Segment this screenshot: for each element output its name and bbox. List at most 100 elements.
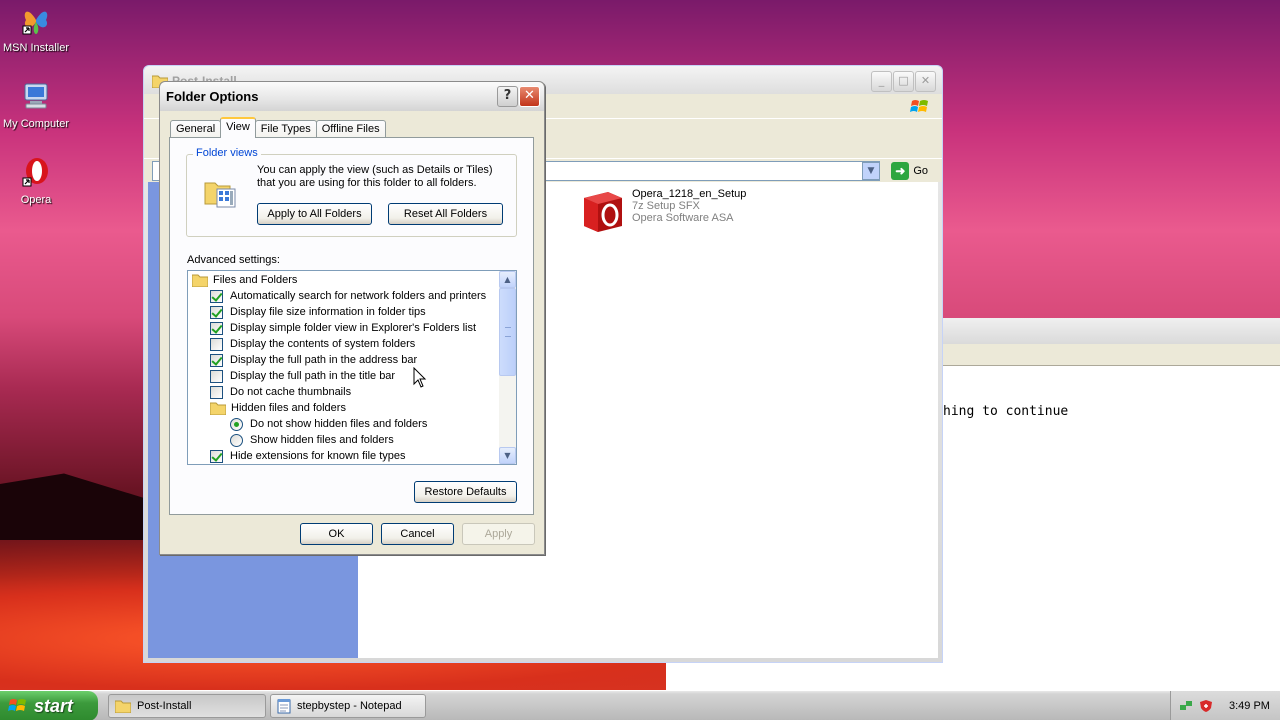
package-icon <box>584 192 622 232</box>
close-button[interactable]: ✕ <box>519 86 540 107</box>
option-label: Automatically search for network folders… <box>230 290 487 302</box>
folder-views-description: You can apply the view (such as Details … <box>257 164 493 189</box>
settings-group-row: Files and Folders <box>192 272 297 288</box>
tab-file-types[interactable]: File Types <box>254 120 317 138</box>
radio-button[interactable] <box>230 417 243 431</box>
checkbox[interactable] <box>210 305 223 319</box>
option-label: Display the full path in the address bar <box>230 354 418 366</box>
checkbox-option[interactable]: Do not cache thumbnails <box>210 384 351 400</box>
minimize-button[interactable]: _ <box>871 71 892 92</box>
file-type: 7z Setup SFX <box>632 200 700 212</box>
windows-logo-icon <box>910 100 928 112</box>
folder-icon <box>115 700 131 713</box>
checkbox-option[interactable]: Display simple folder view in Explorer's… <box>210 320 476 336</box>
taskbar-item-label: stepbystep - Notepad <box>297 700 402 712</box>
option-label: Hidden files and folders <box>231 402 346 414</box>
start-label: start <box>34 695 74 716</box>
opera-icon <box>22 158 48 187</box>
settings-group-row: Hidden files and folders <box>210 400 346 416</box>
radio-option[interactable]: Show hidden files and folders <box>230 432 394 448</box>
folder-views-icon <box>204 182 236 208</box>
desktop-icon-opera[interactable]: Opera <box>0 156 74 206</box>
close-button[interactable]: ✕ <box>915 71 936 92</box>
tab-view[interactable]: View <box>220 117 256 138</box>
checkbox[interactable] <box>210 353 223 367</box>
window-edge <box>666 662 944 690</box>
checkbox[interactable] <box>210 289 223 303</box>
view-tab-page: Folder views You can apply the view (suc… <box>169 137 534 515</box>
taskbar-item-post-install[interactable]: Post-Install <box>108 694 266 718</box>
radio-button[interactable] <box>230 433 243 447</box>
dialog-titlebar[interactable]: Folder Options <box>160 82 544 111</box>
cancel-button[interactable]: Cancel <box>381 523 454 545</box>
option-label: Hide extensions for known file types <box>230 450 406 462</box>
checkbox-option[interactable]: Display the full path in the address bar <box>210 352 417 368</box>
desktop-icon-label: My Computer <box>2 118 70 130</box>
file-item[interactable]: Opera_1218_en_Setup 7z Setup SFX Opera S… <box>580 188 746 234</box>
my-computer-icon <box>24 83 48 109</box>
system-tray: 3:49 PM <box>1170 691 1280 720</box>
option-label: Display the full path in the title bar <box>230 370 396 382</box>
notepad-titlebar[interactable] <box>943 318 1280 344</box>
maximize-button[interactable]: □ <box>893 71 914 92</box>
notepad-window: hing to continue <box>943 318 1280 690</box>
security-shield-icon[interactable] <box>1199 699 1213 713</box>
go-arrow-icon: ➜ <box>891 162 910 180</box>
taskbar-item-notepad[interactable]: stepbystep - Notepad <box>270 694 426 718</box>
desktop-icon-my-computer[interactable]: My Computer <box>0 80 74 130</box>
checkbox[interactable] <box>210 337 223 351</box>
desktop-icon-msn-installer[interactable]: MSN Installer <box>0 4 74 54</box>
checkbox-option[interactable]: Display the full path in the title bar <box>210 368 395 384</box>
option-label: Display simple folder view in Explorer's… <box>230 322 477 334</box>
radio-option[interactable]: Do not show hidden files and folders <box>230 416 427 432</box>
notepad-icon <box>277 699 291 714</box>
tab-offline-files[interactable]: Offline Files <box>315 120 386 138</box>
checkbox[interactable] <box>210 449 223 463</box>
clock[interactable]: 3:49 PM <box>1229 700 1270 712</box>
option-label: Show hidden files and folders <box>250 434 394 446</box>
option-label: Files and Folders <box>213 274 298 286</box>
checkbox[interactable] <box>210 321 223 335</box>
advanced-settings-list[interactable]: Files and Folders Automatically search fo… <box>187 270 517 465</box>
notepad-menubar[interactable] <box>943 344 1280 366</box>
option-label: Display file size information in folder … <box>230 306 426 318</box>
ok-button[interactable]: OK <box>300 523 373 545</box>
checkbox-option[interactable]: Display the contents of system folders <box>210 336 415 352</box>
go-label: Go <box>913 165 928 177</box>
file-name: Opera_1218_en_Setup <box>632 188 747 200</box>
checkbox[interactable] <box>210 369 223 383</box>
scroll-up-icon[interactable]: ▲ <box>499 271 516 288</box>
taskbar-item-label: Post-Install <box>137 700 192 712</box>
go-button[interactable]: ➜ Go <box>891 162 928 180</box>
checkbox[interactable] <box>210 385 223 399</box>
checkbox-option[interactable]: Display file size information in folder … <box>210 304 426 320</box>
folder-views-group: Folder views You can apply the view (suc… <box>186 147 517 237</box>
apply-button[interactable]: Apply <box>462 523 535 545</box>
mouse-cursor-icon <box>413 367 427 388</box>
start-button[interactable]: start <box>0 691 98 720</box>
apply-to-all-folders-button[interactable]: Apply to All Folders <box>257 203 372 225</box>
tab-strip: General View File Types Offline Files <box>170 117 386 138</box>
help-button[interactable]: ? <box>497 86 518 107</box>
restore-defaults-button[interactable]: Restore Defaults <box>414 481 517 503</box>
desktop-icon-label: MSN Installer <box>2 42 70 54</box>
scrollbar-thumb[interactable] <box>499 288 516 376</box>
chevron-down-icon[interactable]: ▼ <box>862 162 880 180</box>
notepad-text[interactable]: hing to continue <box>943 366 1280 419</box>
tab-general[interactable]: General <box>170 120 222 138</box>
windows-logo-icon <box>8 699 26 711</box>
option-label: Do not show hidden files and folders <box>250 418 428 430</box>
advanced-settings-label: Advanced settings: <box>187 254 280 266</box>
folder-views-legend: Folder views <box>193 147 261 159</box>
option-label: Display the contents of system folders <box>230 338 416 350</box>
scrollbar[interactable]: ▲ ▼ <box>499 271 516 464</box>
desktop-icon-label: Opera <box>20 194 52 206</box>
scroll-down-icon[interactable]: ▼ <box>499 447 516 464</box>
network-icon[interactable] <box>1179 699 1193 713</box>
folder-icon <box>210 402 226 415</box>
reset-all-folders-button[interactable]: Reset All Folders <box>388 203 503 225</box>
checkbox-option[interactable]: Automatically search for network folders… <box>210 288 486 304</box>
file-company: Opera Software ASA <box>632 212 734 224</box>
folder-icon <box>192 274 208 287</box>
checkbox-option[interactable]: Hide extensions for known file types <box>210 448 405 464</box>
